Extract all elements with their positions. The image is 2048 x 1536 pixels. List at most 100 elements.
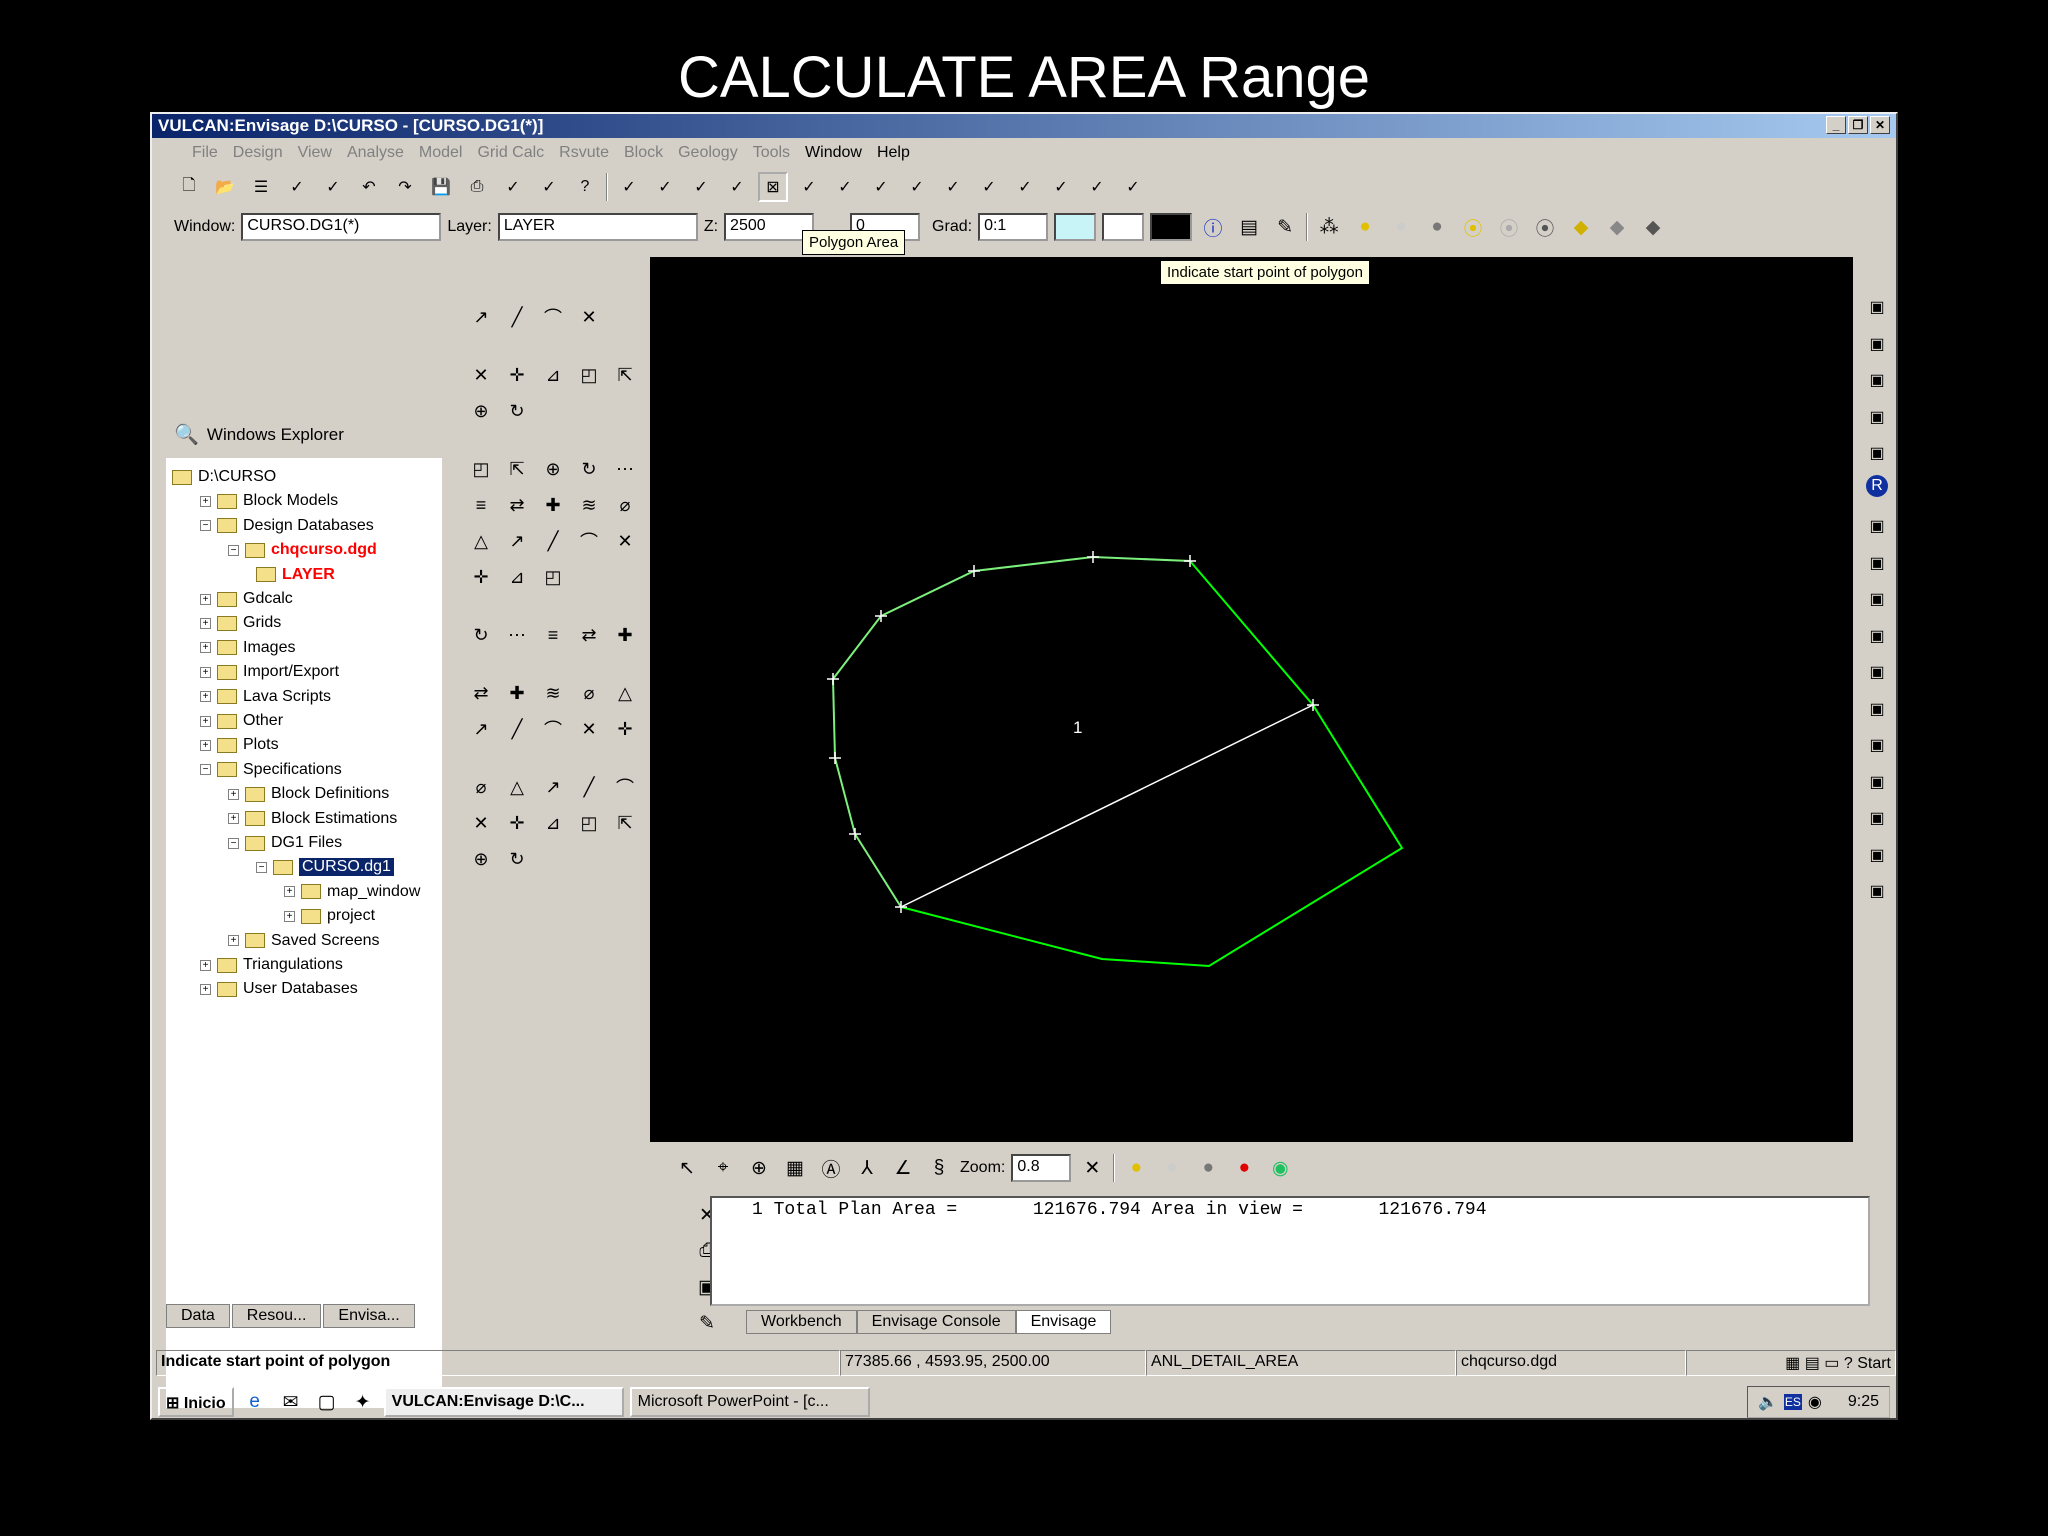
object-bounds-icon[interactable]: ✓ (974, 172, 1004, 202)
expand-toggle-icon[interactable]: + (200, 739, 211, 751)
output-tab[interactable]: Workbench (746, 1310, 857, 1334)
utility-tool-icon[interactable]: ✕ (466, 808, 496, 838)
utility-tool-icon[interactable]: ╱ (574, 772, 604, 802)
maximize-button[interactable]: ❐ (1848, 116, 1868, 134)
expand-toggle-icon[interactable]: + (200, 715, 211, 727)
desktop-icon[interactable]: ▢ (312, 1387, 342, 1417)
utility-tool-icon[interactable]: ⇱ (610, 808, 640, 838)
draw-tool-icon[interactable]: ╱ (502, 302, 532, 332)
yellow-light-icon[interactable]: ● (1121, 1153, 1151, 1183)
tree-item[interactable]: − DG1 Files (228, 832, 342, 854)
bg-color-swatch[interactable] (1102, 213, 1145, 241)
expand-toggle-icon[interactable]: + (228, 935, 239, 947)
attribute-tool-icon[interactable]: ⇄ (574, 620, 604, 650)
circle-query-icon[interactable]: ✓ (794, 172, 824, 202)
save-icon[interactable]: 💾 (426, 172, 456, 202)
grad-input[interactable]: 0:1 (978, 213, 1049, 241)
transform-tool-icon[interactable]: △ (466, 526, 496, 556)
transform-tool-icon[interactable]: ↻ (574, 454, 604, 484)
expand-toggle-icon[interactable]: + (200, 666, 211, 678)
help-icon[interactable]: ? (570, 172, 600, 202)
hammer-icon[interactable]: ▣ (1862, 621, 1892, 651)
transform-tool-icon[interactable]: ≋ (574, 490, 604, 520)
table-icon[interactable]: ▣ (1862, 840, 1892, 870)
edit-output-icon[interactable]: ✎ (692, 1308, 722, 1338)
intersect-query-icon[interactable]: ✓ (866, 172, 896, 202)
expand-toggle-icon[interactable]: + (228, 813, 239, 825)
tree-item[interactable]: + Other (200, 710, 283, 732)
menu-help[interactable]: Help (877, 144, 910, 168)
tree-item[interactable]: LAYER (256, 564, 335, 586)
expand-toggle-icon[interactable]: + (284, 910, 295, 922)
redo-icon[interactable]: ↷ (390, 172, 420, 202)
menu-rsvute[interactable]: Rsvute (559, 144, 609, 168)
utility-tool-icon[interactable]: ↗ (538, 772, 568, 802)
menu-geology[interactable]: Geology (678, 144, 738, 168)
gradient-query-icon[interactable]: ✓ (722, 172, 752, 202)
polygon-area-icon[interactable]: ⊠ (758, 172, 788, 202)
expand-toggle-icon[interactable]: + (200, 495, 211, 507)
expand-toggle-icon[interactable]: − (200, 764, 211, 776)
undo-icon[interactable]: ↶ (354, 172, 384, 202)
edit-tool-icon[interactable]: ✛ (502, 360, 532, 390)
transform-tool-icon[interactable]: ⋯ (610, 454, 640, 484)
group-spheres-icon[interactable]: ⁂ (1314, 212, 1344, 242)
expand-toggle-icon[interactable]: − (256, 861, 267, 873)
utility-tool-icon[interactable]: ◰ (574, 808, 604, 838)
shade-yellow-icon[interactable]: ◆ (1566, 212, 1596, 242)
tree-item[interactable]: − CURSO.dg1 (256, 856, 394, 878)
volume-icon[interactable]: 🔈 (1758, 1392, 1778, 1412)
menu-grid-calc[interactable]: Grid Calc (477, 144, 544, 168)
transform-tool-icon[interactable]: ◰ (538, 562, 568, 592)
tree-item[interactable]: + Images (200, 637, 295, 659)
layers-icon[interactable]: ☰ (246, 172, 276, 202)
utility-tool-icon[interactable]: ⌒ (610, 772, 640, 802)
transform-tool-icon[interactable]: ↗ (502, 526, 532, 556)
tree-item[interactable]: + Grids (200, 612, 281, 634)
expand-toggle-icon[interactable]: + (200, 983, 211, 995)
utility-tool-icon[interactable]: ⊿ (538, 808, 568, 838)
white-sphere-icon[interactable]: ● (1386, 212, 1416, 242)
print-icon[interactable]: ⎙ (462, 172, 492, 202)
color-query-icon[interactable]: ✓ (1046, 172, 1076, 202)
fill-color-swatch[interactable] (1054, 213, 1097, 241)
explorer-tab[interactable]: Resou... (231, 1304, 322, 1328)
edit-tool-icon[interactable]: ⊿ (538, 360, 568, 390)
cube-icon[interactable]: ▣ (1862, 694, 1892, 724)
tree-item[interactable]: + project (284, 905, 375, 927)
info-icon[interactable]: ⓘ (1198, 212, 1228, 242)
draw-tool-icon[interactable]: ⌒ (538, 302, 568, 332)
menu-window[interactable]: Window (805, 144, 862, 168)
menu-analyse[interactable]: Analyse (347, 144, 404, 168)
edit-tool-icon[interactable]: ⊕ (466, 396, 496, 426)
window-icon[interactable]: ▣ (1862, 548, 1892, 578)
tree-item[interactable]: + Block Models (200, 490, 338, 512)
text-display-icon[interactable]: Ⓐ (816, 1153, 846, 1183)
menu-view[interactable]: View (298, 144, 332, 168)
explorer-tab[interactable]: Envisa... (323, 1304, 415, 1328)
expand-toggle-icon[interactable]: + (200, 959, 211, 971)
point-tool-icon[interactable]: ✕ (574, 714, 604, 744)
transform-tool-icon[interactable]: ⇱ (502, 454, 532, 484)
tree-item[interactable]: − Specifications (200, 759, 342, 781)
utility-tool-icon[interactable]: ✛ (502, 808, 532, 838)
measure-icon[interactable]: ▣ (1862, 402, 1892, 432)
output-console[interactable]: 1 Total Plan Area = 121676.794 Area in v… (710, 1196, 1870, 1306)
draw-tool-icon[interactable]: ↗ (466, 302, 496, 332)
snap-icon[interactable]: ⌖ (708, 1153, 738, 1183)
tree-item[interactable]: + Triangulations (200, 954, 343, 976)
menu-file[interactable]: File (192, 144, 218, 168)
attribute-tool-icon[interactable]: ≡ (538, 620, 568, 650)
transform-tool-icon[interactable]: ✚ (538, 490, 568, 520)
attribute-tool-icon[interactable]: ✚ (610, 620, 640, 650)
tree-item[interactable]: + Block Definitions (228, 783, 389, 805)
r-icon[interactable]: R (1866, 474, 1888, 497)
utility-tool-icon[interactable]: ↻ (502, 844, 532, 874)
tree-item[interactable]: − Design Databases (200, 515, 374, 537)
angle-icon[interactable]: ∠ (888, 1153, 918, 1183)
point-tool-icon[interactable]: ╱ (502, 714, 532, 744)
shade-grey-icon[interactable]: ◆ (1638, 212, 1668, 242)
menu-design[interactable]: Design (233, 144, 283, 168)
point-tool-icon[interactable]: ⇄ (466, 678, 496, 708)
grey-pair-icon[interactable]: ⦿ (1530, 212, 1560, 242)
